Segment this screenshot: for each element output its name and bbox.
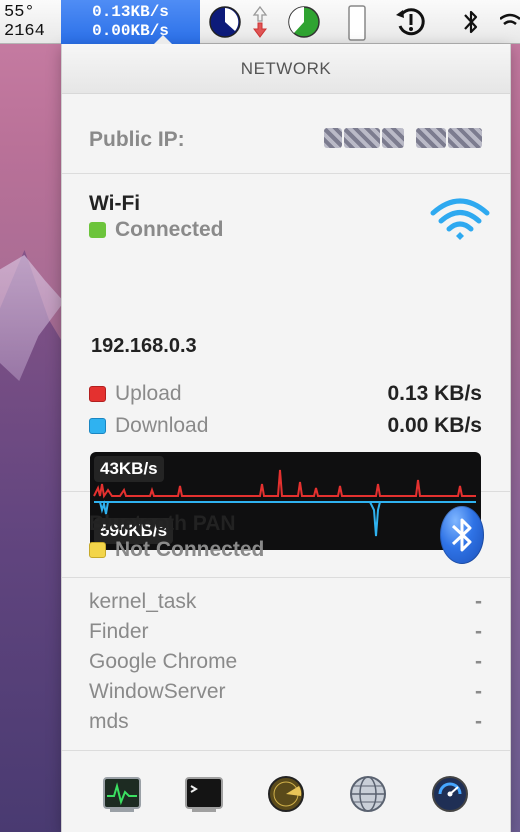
menu-bar: 55° 2164 0.13KB/s 0.00KB/s bbox=[0, 0, 520, 44]
public-ip-value-redacted bbox=[324, 128, 484, 150]
wifi-title: Wi-Fi bbox=[89, 192, 141, 215]
process-list: kernel_task - Finder - Google Chrome - Wind… bbox=[62, 578, 510, 751]
process-value: - bbox=[475, 710, 482, 733]
fan-speed-value: 2164 bbox=[4, 22, 45, 41]
upload-value: 0.13 KB/s bbox=[387, 382, 482, 405]
download-label-group: Download bbox=[89, 414, 208, 438]
process-value: - bbox=[475, 650, 482, 673]
process-name: Google Chrome bbox=[89, 650, 238, 673]
status-dot-not-connected bbox=[89, 542, 106, 558]
wifi-status-text: Connected bbox=[115, 218, 224, 241]
wifi-signal-icon bbox=[430, 198, 490, 240]
menubar-download-rate: 0.00KB/s bbox=[92, 22, 169, 40]
time-machine-icon[interactable] bbox=[394, 5, 428, 39]
network-menu-item[interactable]: 0.13KB/s 0.00KB/s bbox=[61, 0, 200, 44]
bluetooth-status-text: Not Connected bbox=[115, 538, 265, 561]
network-arrows-icon[interactable] bbox=[250, 5, 270, 39]
download-label: Download bbox=[115, 414, 209, 437]
wifi-ip-address: 192.168.0.3 bbox=[91, 335, 197, 357]
download-value: 0.00 KB/s bbox=[387, 414, 482, 437]
process-row: Finder - bbox=[89, 620, 482, 644]
process-name: kernel_task bbox=[89, 590, 197, 613]
panel-header: NETWORK bbox=[62, 44, 510, 94]
radar-icon[interactable] bbox=[266, 774, 306, 814]
activity-monitor-icon[interactable] bbox=[102, 774, 142, 814]
wifi-status: Connected bbox=[89, 218, 224, 242]
temperature-fan-readout[interactable]: 55° 2164 bbox=[4, 3, 60, 41]
cpu-pie-icon[interactable] bbox=[208, 5, 242, 39]
process-name: WindowServer bbox=[89, 680, 226, 703]
status-dot-connected bbox=[89, 222, 106, 238]
process-row: WindowServer - bbox=[89, 680, 482, 704]
bluetooth-icon bbox=[451, 518, 472, 552]
network-utility-icon[interactable] bbox=[348, 774, 388, 814]
memory-pie-icon[interactable] bbox=[287, 5, 321, 39]
process-value: - bbox=[475, 680, 482, 703]
panel-caret bbox=[154, 35, 172, 44]
process-row: Google Chrome - bbox=[89, 650, 482, 674]
bluetooth-section: Bluetooth PAN Not Connected bbox=[62, 492, 510, 578]
terminal-icon[interactable] bbox=[184, 774, 224, 814]
graph-top-scale: 43KB/s bbox=[94, 456, 164, 482]
process-value: - bbox=[475, 620, 482, 643]
process-name: mds bbox=[89, 710, 129, 733]
download-color-swatch bbox=[89, 418, 106, 434]
process-name: Finder bbox=[89, 620, 149, 643]
disk-utility-icon[interactable] bbox=[430, 774, 470, 814]
menubar-upload-rate: 0.13KB/s bbox=[92, 3, 169, 21]
process-row: kernel_task - bbox=[89, 590, 482, 614]
temperature-value: 55° bbox=[4, 3, 35, 22]
public-ip-label: Public IP: bbox=[89, 128, 185, 151]
app-shortcut-toolbar bbox=[62, 764, 510, 832]
upload-row: Upload 0.13 KB/s bbox=[89, 382, 482, 406]
network-dropdown-panel: NETWORK Public IP: Wi-Fi Connected 192.1… bbox=[61, 35, 511, 832]
wifi-icon[interactable] bbox=[500, 5, 520, 39]
public-ip-section: Public IP: bbox=[62, 94, 510, 174]
upload-label-group: Upload bbox=[89, 382, 182, 406]
wifi-section: Wi-Fi Connected 192.168.0.3 Upload 0.13 … bbox=[62, 174, 510, 550]
process-value: - bbox=[475, 590, 482, 613]
bluetooth-badge-icon bbox=[440, 506, 484, 564]
bluetooth-title: Bluetooth PAN bbox=[89, 512, 236, 535]
process-row: mds - bbox=[89, 710, 482, 734]
battery-icon[interactable] bbox=[346, 5, 368, 41]
bluetooth-icon[interactable] bbox=[461, 5, 481, 39]
upload-color-swatch bbox=[89, 386, 106, 402]
bluetooth-status: Not Connected bbox=[89, 538, 264, 562]
download-row: Download 0.00 KB/s bbox=[89, 414, 482, 438]
upload-label: Upload bbox=[115, 382, 182, 405]
